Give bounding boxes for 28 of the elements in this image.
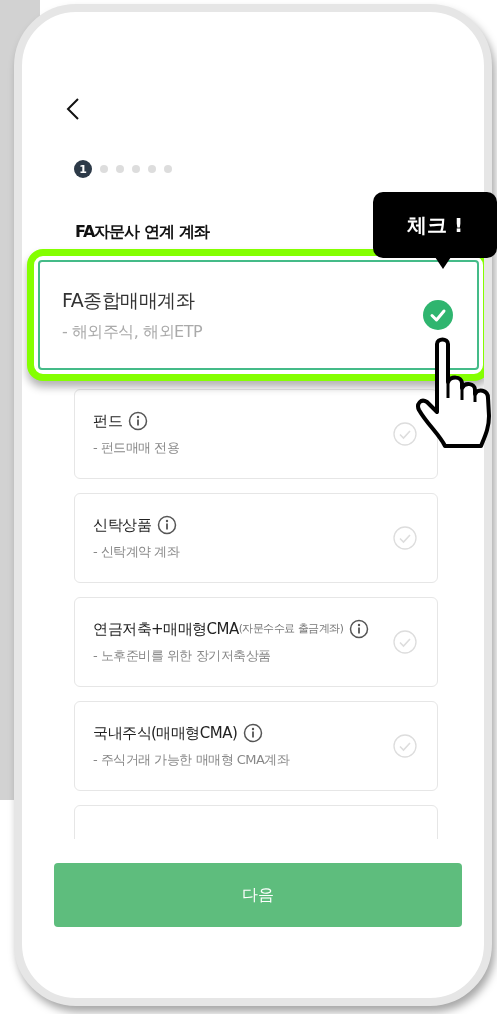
account-card[interactable]: 국내주식(매매형CMA) - 주식거래 가능한 매매형 CMA계좌 <box>74 701 438 791</box>
account-description: - 주식거래 가능한 매매형 CMA계좌 <box>93 751 290 769</box>
info-icon[interactable] <box>243 723 264 743</box>
info-icon[interactable] <box>157 515 177 535</box>
account-card[interactable]: FA종합매매계좌 - 해외주식, 해외ETP <box>38 260 479 370</box>
account-description: - 신탁계약 계좌 <box>93 543 180 561</box>
tooltip-tail-icon <box>435 257 451 269</box>
unchecked-icon[interactable] <box>393 630 417 654</box>
account-description: - 해외주식, 해외ETP <box>62 321 203 343</box>
section-title: FA자문사 연계 계좌 <box>75 222 209 243</box>
info-icon[interactable] <box>349 619 370 639</box>
account-title: FA종합매매계좌 <box>62 287 195 313</box>
account-card[interactable]: 신탁상품 - 신탁계약 계좌 <box>74 493 438 583</box>
account-title: 국내주식(매매형CMA) <box>93 723 238 743</box>
checked-icon[interactable] <box>423 300 453 330</box>
account-title: 연금저축+매매형CMA <box>93 619 239 639</box>
account-description: - 노후준비를 위한 장기저축상품 <box>93 647 272 665</box>
account-title: 신탁상품 <box>93 515 151 535</box>
current-step-indicator: 1 <box>74 160 92 178</box>
account-card[interactable]: 펀드 - 펀드매매 전용 <box>74 389 438 479</box>
account-description: - 펀드매매 전용 <box>93 439 180 457</box>
tooltip: 체크 ! <box>373 192 497 258</box>
account-title: 펀드 <box>93 411 122 431</box>
unchecked-icon[interactable] <box>393 734 417 758</box>
unchecked-icon[interactable] <box>393 526 417 550</box>
unchecked-icon[interactable] <box>393 422 417 446</box>
account-note: (자문수수료 출금계좌) <box>238 622 344 634</box>
info-icon[interactable] <box>128 411 148 431</box>
